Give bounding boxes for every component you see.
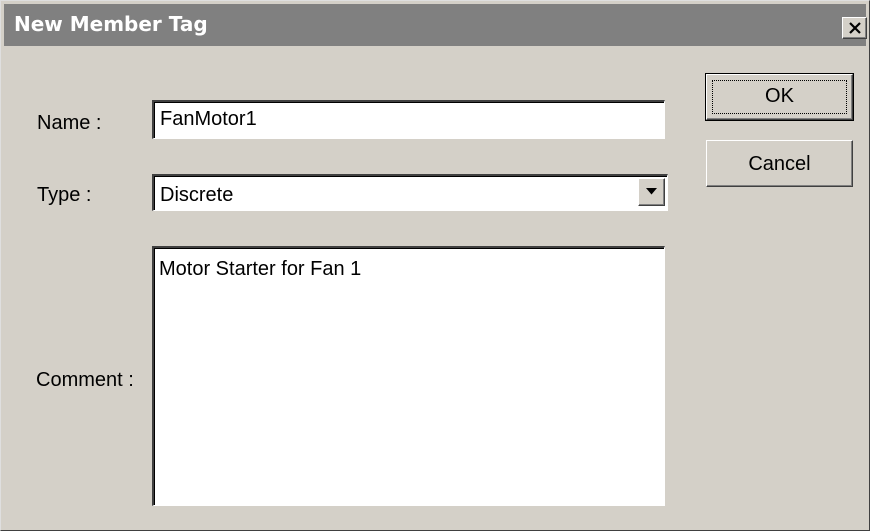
cancel-button-label: Cancel <box>748 153 811 175</box>
new-member-tag-dialog: New Member Tag Name : FanMotor1 Type : D… <box>0 0 870 531</box>
cancel-button[interactable]: Cancel <box>706 140 853 187</box>
name-input[interactable]: FanMotor1 <box>152 100 665 139</box>
chevron-down-icon <box>646 188 657 195</box>
title-bar[interactable]: New Member Tag <box>4 4 866 46</box>
comment-label: Comment : <box>36 369 134 391</box>
name-label: Name : <box>37 112 102 134</box>
type-dropdown-value: Discrete <box>160 184 234 206</box>
dialog-title: New Member Tag <box>14 12 208 36</box>
type-label: Type : <box>37 184 92 206</box>
comment-textarea[interactable]: Motor Starter for Fan 1 <box>152 246 665 506</box>
name-input-value: FanMotor1 <box>160 108 257 130</box>
type-dropdown[interactable]: Discrete <box>152 174 668 211</box>
close-icon <box>849 22 861 34</box>
ok-button-label: OK <box>765 85 794 107</box>
type-dropdown-button[interactable] <box>638 178 665 206</box>
ok-button[interactable]: OK <box>705 73 854 121</box>
comment-textarea-value: Motor Starter for Fan 1 <box>159 258 362 280</box>
close-button[interactable] <box>842 17 867 39</box>
